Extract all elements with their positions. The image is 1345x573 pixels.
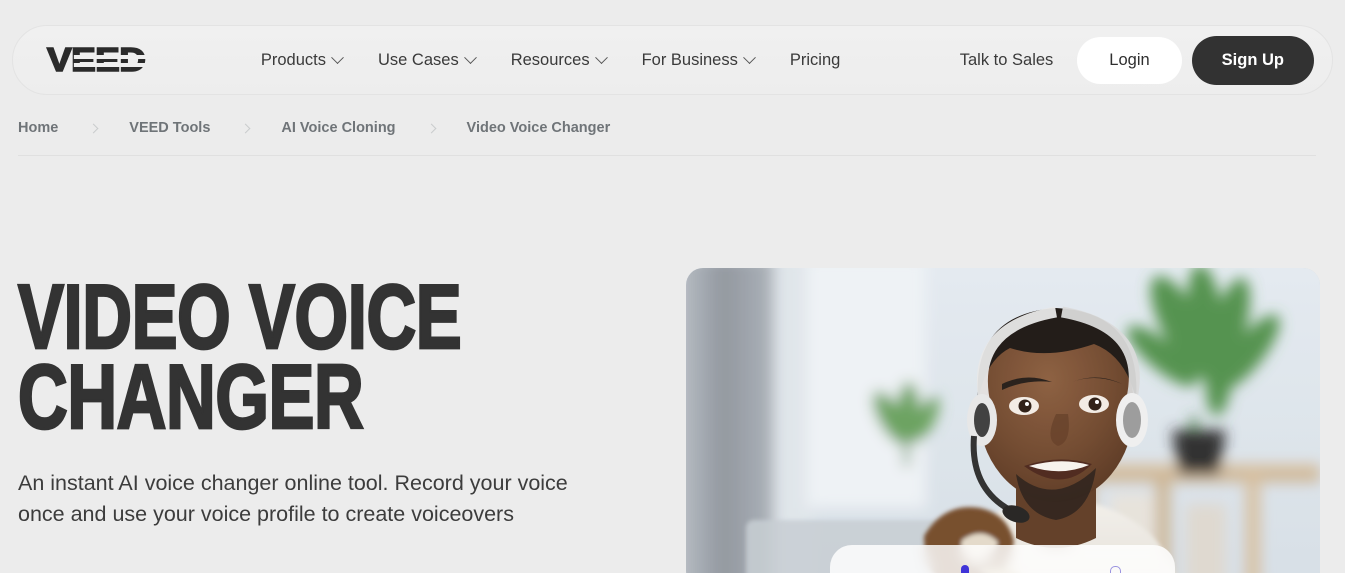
nav-item-use-cases[interactable]: Use Cases — [378, 50, 477, 70]
breadcrumb-item-home[interactable]: Home — [18, 120, 58, 136]
veed-logo[interactable]: VEED — [46, 42, 147, 77]
page-title: Video Voice Changer — [17, 266, 463, 448]
chevron-down-icon — [463, 50, 477, 64]
record-indicator-icon — [961, 565, 969, 573]
nav-label: For Business — [641, 50, 738, 69]
nav-label: Resources — [510, 50, 590, 69]
chevron-right-icon — [88, 123, 99, 133]
nav-item-resources[interactable]: Resources — [510, 50, 608, 70]
nav-item-products[interactable]: Products — [260, 50, 344, 70]
chevron-down-icon — [594, 50, 608, 64]
breadcrumb-item-veed-tools[interactable]: VEED Tools — [129, 120, 210, 136]
talk-to-sales-link[interactable]: Talk to Sales — [946, 51, 1068, 70]
breadcrumb: Home VEED Tools AI Voice Cloning Video V… — [18, 120, 610, 136]
breadcrumb-item-video-voice-changer[interactable]: Video Voice Changer — [467, 120, 611, 136]
nav-item-for-business[interactable]: For Business — [641, 50, 756, 70]
sign-up-button[interactable]: Sign Up — [1191, 35, 1314, 85]
voice-recorder-overlay-card — [830, 545, 1175, 573]
breadcrumb-item-ai-voice-cloning[interactable]: AI Voice Cloning — [281, 120, 395, 136]
nav-label: Use Cases — [378, 50, 459, 69]
chevron-down-icon — [331, 50, 344, 64]
header-actions: Talk to Sales Login Sign Up — [946, 35, 1314, 85]
hero-image — [686, 268, 1320, 573]
hero-subtitle: An instant AI voice changer online tool.… — [18, 471, 568, 526]
chevron-right-icon — [426, 123, 436, 133]
login-button[interactable]: Login — [1077, 36, 1182, 84]
nav-label: Products — [260, 50, 326, 69]
chevron-right-icon — [240, 123, 251, 133]
chevron-down-icon — [743, 50, 756, 64]
nav-item-pricing[interactable]: Pricing — [790, 51, 840, 70]
logo-text: VEED — [46, 41, 147, 78]
main-navigation: Products Use Cases Resources For Busines… — [261, 51, 840, 70]
hero-photo — [686, 268, 1320, 573]
nav-label: Pricing — [789, 50, 841, 69]
site-header: VEED Products Use Cases Resources For Bu… — [12, 25, 1333, 95]
breadcrumb-divider — [18, 155, 1316, 156]
microphone-outline-icon — [1110, 566, 1121, 573]
